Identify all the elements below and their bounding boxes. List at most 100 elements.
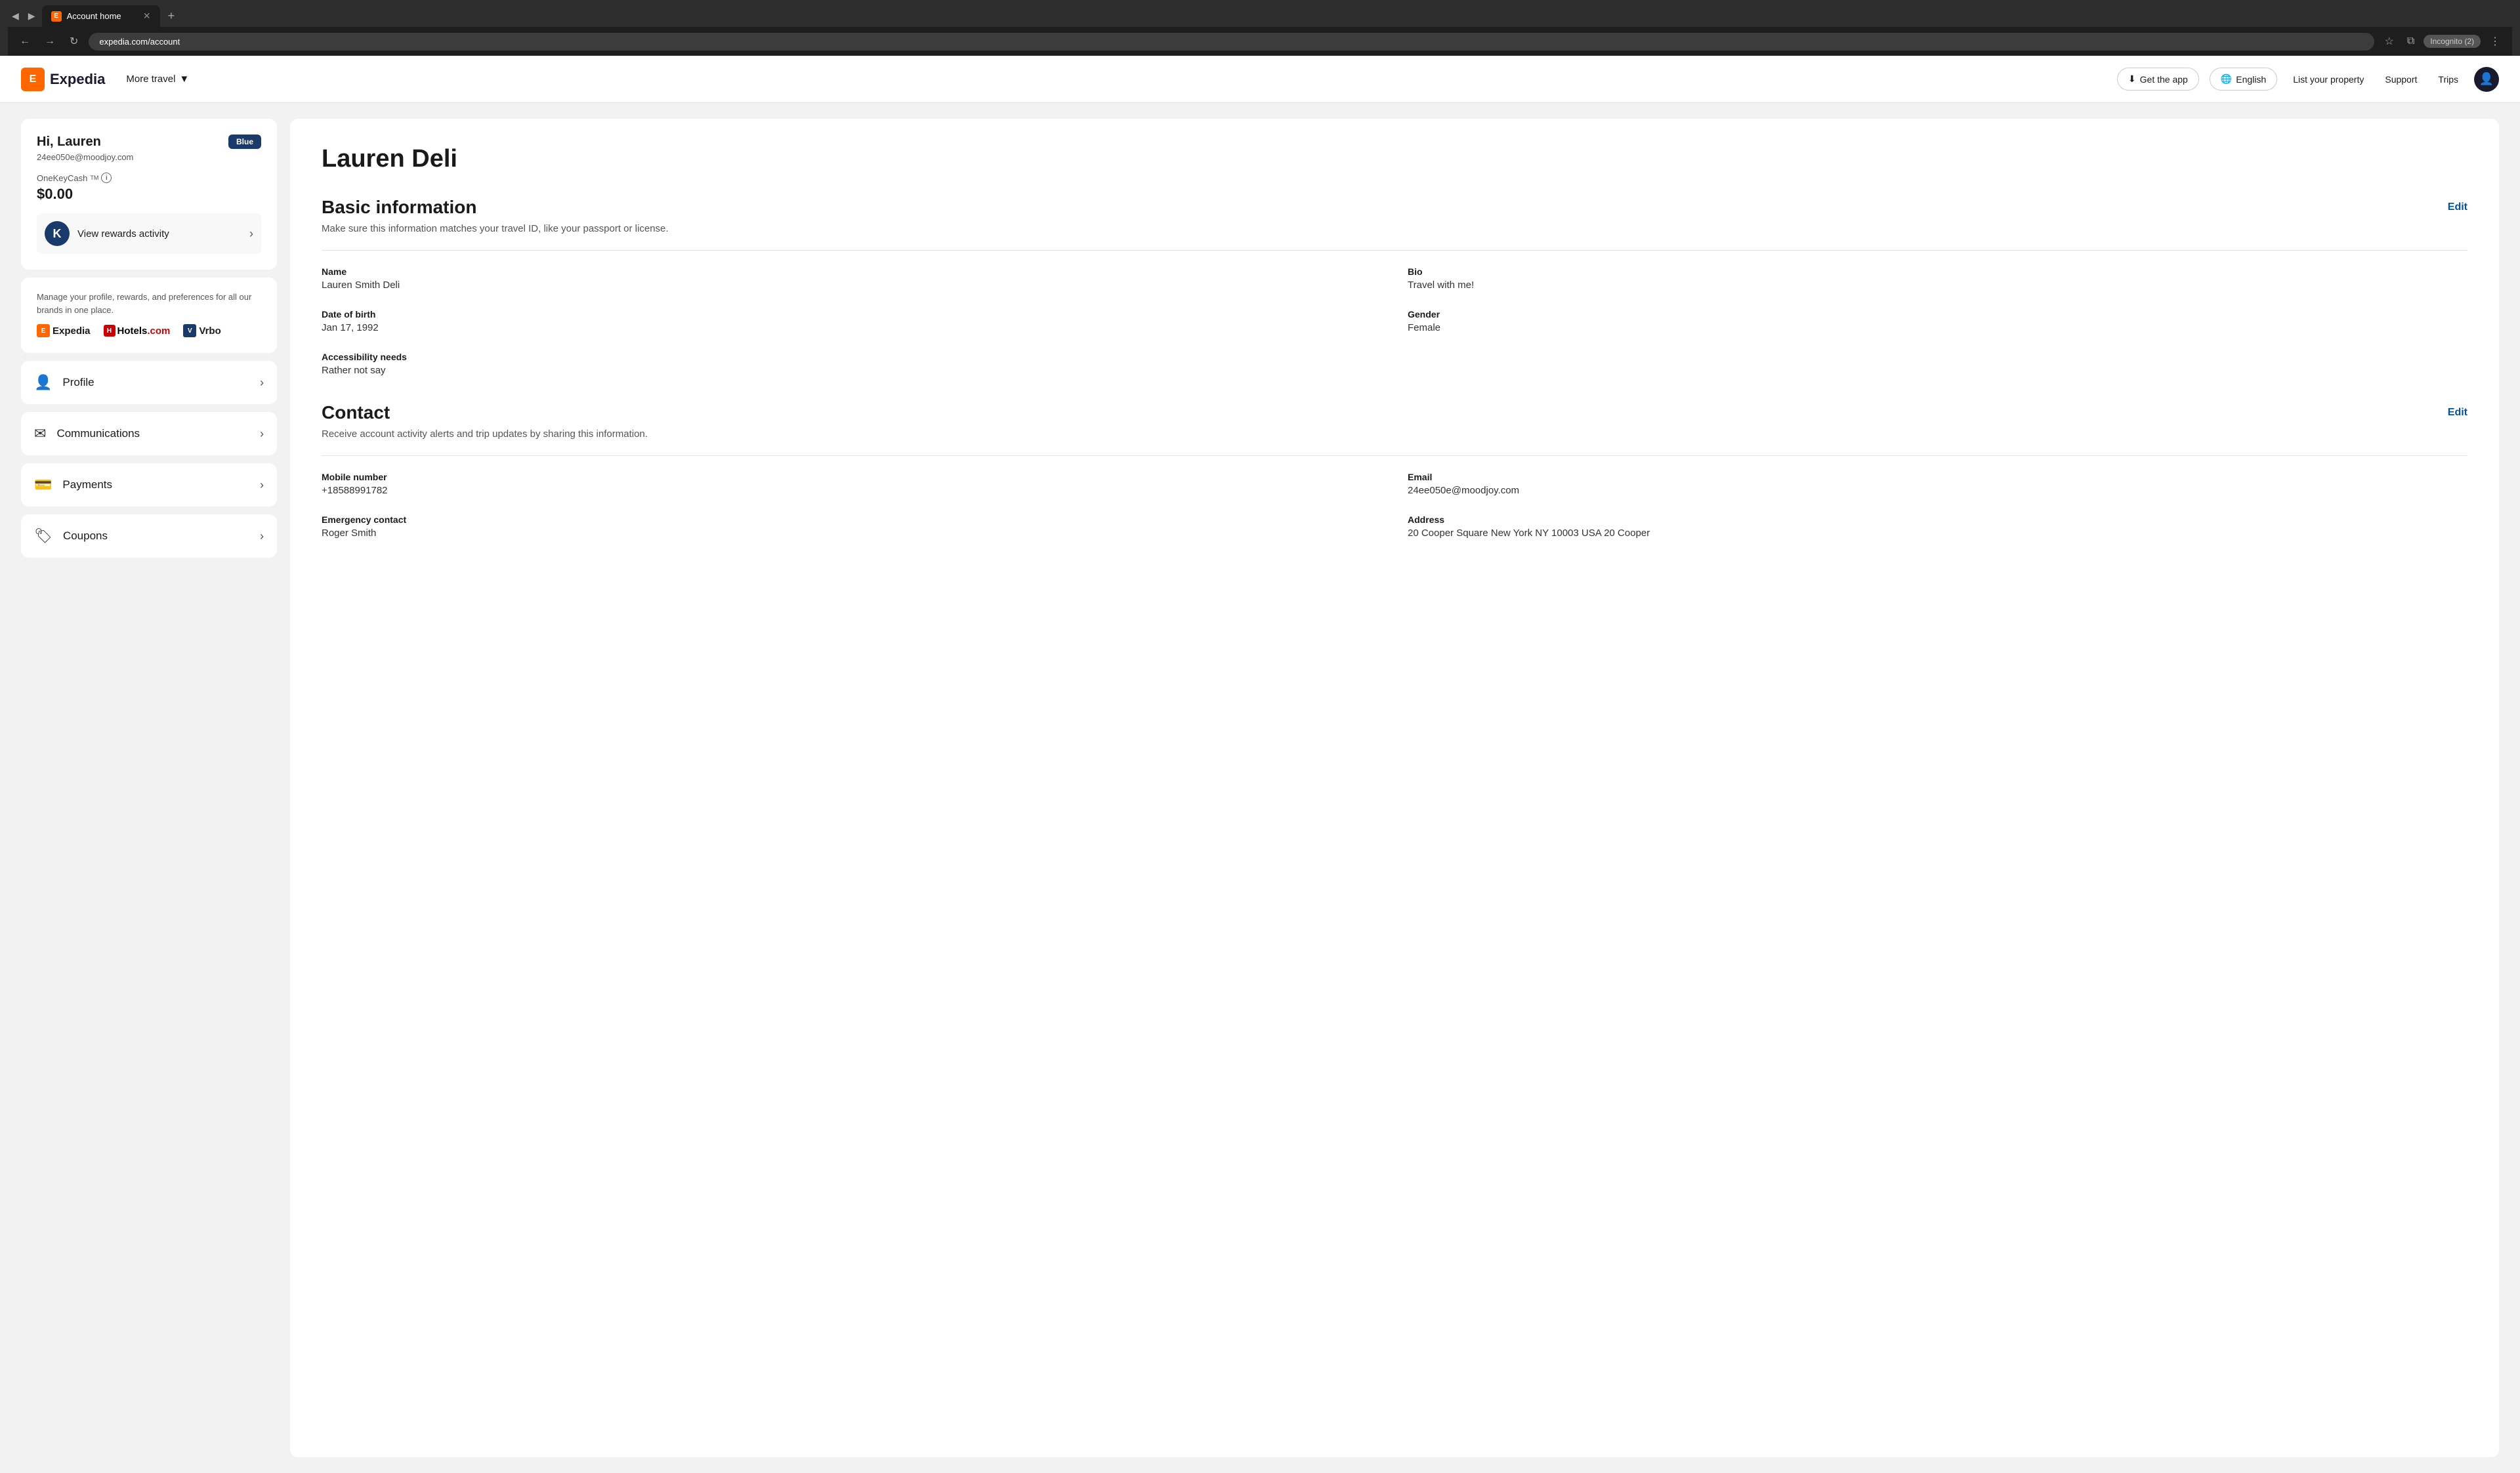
field-address: Address 20 Cooper Square New York NY 100… — [1408, 514, 2468, 539]
payments-chevron-icon: › — [260, 478, 264, 492]
user-greeting-text: Hi, Lauren — [37, 135, 101, 150]
profile-chevron-icon: › — [260, 376, 264, 390]
field-name-label: Name — [322, 266, 1381, 277]
manage-description: Manage your profile, rewards, and prefer… — [37, 288, 261, 319]
tab-close-button[interactable]: ✕ — [143, 10, 151, 22]
onekey-label: OneKeyCash TM i — [37, 173, 261, 183]
expedia-brand-icon: E — [37, 324, 50, 337]
field-email: Email 24ee050e@moodjoy.com — [1408, 472, 2468, 496]
tab-nav-arrows: ◀ ▶ — [8, 8, 39, 24]
field-mobile-value: +18588991782 — [322, 485, 1381, 496]
logo-icon: E — [21, 68, 45, 91]
basic-info-edit-link[interactable]: Edit — [2448, 201, 2468, 213]
menu-button[interactable]: ⋮ — [2486, 32, 2504, 51]
page: E Expedia More travel ▼ ⬇ Get the app 🌐 … — [0, 56, 2520, 1473]
user-card: Hi, Lauren Blue 24ee050e@moodjoy.com One… — [21, 119, 277, 270]
brand-vrbo: V Vrbo — [183, 324, 220, 337]
field-dob: Date of birth Jan 17, 1992 — [322, 309, 1381, 333]
field-accessibility: Accessibility needs Rather not say — [322, 352, 1381, 376]
coupons-nav-icon: 🏷 — [34, 528, 52, 545]
field-gender: Gender Female — [1408, 309, 2468, 333]
payments-nav-item[interactable]: 💳 Payments › — [21, 463, 277, 507]
language-label: English — [2236, 74, 2266, 85]
brand-expedia: E Expedia — [37, 324, 91, 337]
list-property-link[interactable]: List your property — [2288, 69, 2369, 90]
communications-nav-left: ✉ Communications — [34, 425, 140, 442]
tab-prev-arrow[interactable]: ◀ — [8, 8, 23, 24]
logo[interactable]: E Expedia — [21, 68, 105, 91]
field-email-value: 24ee050e@moodjoy.com — [1408, 485, 2468, 496]
payments-nav-label: Payments — [62, 478, 112, 491]
tab-next-arrow[interactable]: ▶ — [24, 8, 39, 24]
get-app-button[interactable]: ⬇ Get the app — [2117, 68, 2199, 91]
tab-favicon: E — [51, 11, 62, 22]
back-button[interactable]: ← — [16, 33, 34, 50]
onekey-text: OneKeyCash — [37, 173, 87, 183]
field-bio: Bio Travel with me! — [1408, 266, 2468, 291]
browser-action-buttons: ☆ ⧉ Incognito (2) ⋮ — [2381, 32, 2504, 51]
field-bio-value: Travel with me! — [1408, 280, 2468, 291]
field-address-label: Address — [1408, 514, 2468, 525]
rewards-activity-row[interactable]: K View rewards activity › — [37, 213, 261, 254]
field-email-label: Email — [1408, 472, 2468, 482]
trips-link[interactable]: Trips — [2433, 69, 2464, 90]
field-name: Name Lauren Smith Deli — [322, 266, 1381, 291]
site-header: E Expedia More travel ▼ ⬇ Get the app 🌐 … — [0, 56, 2520, 103]
reload-button[interactable]: ↻ — [66, 32, 82, 51]
basic-info-title: Basic information — [322, 197, 476, 218]
contact-section: Contact Edit Receive account activity al… — [322, 402, 2468, 539]
vrbo-brand-icon: V — [183, 324, 196, 337]
basic-info-divider — [322, 250, 2468, 251]
tab-bar: ◀ ▶ E Account home ✕ + — [8, 5, 2512, 27]
address-bar: ← → ↻ ☆ ⧉ Incognito (2) ⋮ — [8, 27, 2512, 56]
communications-nav-label: Communications — [56, 427, 140, 440]
profile-nav-left: 👤 Profile — [34, 374, 94, 391]
header-right: ⬇ Get the app 🌐 English List your proper… — [2117, 67, 2499, 92]
main-content: Lauren Deli Basic information Edit Make … — [290, 119, 2499, 1457]
rewards-chevron-icon: › — [249, 227, 253, 241]
download-icon: ⬇ — [2128, 73, 2136, 85]
coupons-chevron-icon: › — [260, 529, 264, 543]
more-travel-label: More travel — [126, 73, 175, 85]
contact-edit-link[interactable]: Edit — [2448, 407, 2468, 419]
contact-desc: Receive account activity alerts and trip… — [322, 428, 2468, 440]
active-tab[interactable]: E Account home ✕ — [42, 5, 160, 27]
profile-nav-label: Profile — [62, 376, 94, 389]
new-tab-button[interactable]: + — [163, 7, 180, 26]
field-dob-label: Date of birth — [322, 309, 1381, 320]
tab-title: Account home — [67, 11, 121, 21]
communications-nav-icon: ✉ — [34, 425, 46, 442]
basic-info-grid: Name Lauren Smith Deli Bio Travel with m… — [322, 266, 2468, 376]
basic-info-desc: Make sure this information matches your … — [322, 223, 2468, 234]
user-email: 24ee050e@moodjoy.com — [37, 152, 261, 162]
profile-nav-item[interactable]: 👤 Profile › — [21, 361, 277, 404]
communications-nav-item[interactable]: ✉ Communications › — [21, 412, 277, 455]
url-input[interactable] — [89, 33, 2374, 51]
payments-nav-icon: 💳 — [34, 476, 52, 493]
language-button[interactable]: 🌐 English — [2210, 68, 2277, 91]
coupons-nav-label: Coupons — [63, 529, 108, 543]
field-emergency-value: Roger Smith — [322, 528, 1381, 539]
rewards-label: View rewards activity — [77, 228, 169, 239]
more-travel-nav[interactable]: More travel ▼ — [118, 68, 197, 90]
forward-button[interactable]: → — [41, 33, 59, 50]
field-gender-value: Female — [1408, 322, 2468, 333]
field-accessibility-value: Rather not say — [322, 365, 1381, 376]
main-layout: Hi, Lauren Blue 24ee050e@moodjoy.com One… — [0, 103, 2520, 1473]
incognito-badge[interactable]: Incognito (2) — [2424, 35, 2481, 48]
field-mobile-label: Mobile number — [322, 472, 1381, 482]
contact-info-grid: Mobile number +18588991782 Email 24ee050… — [322, 472, 2468, 539]
split-view-button[interactable]: ⧉ — [2403, 33, 2418, 50]
hotels-text: Hotels.com — [117, 325, 171, 337]
onekey-info-icon[interactable]: i — [101, 173, 112, 183]
basic-info-header: Basic information Edit — [322, 197, 2468, 218]
field-accessibility-label: Accessibility needs — [322, 352, 1381, 362]
coupons-nav-item[interactable]: 🏷 Coupons › — [21, 514, 277, 558]
get-app-label: Get the app — [2140, 74, 2188, 85]
bookmark-button[interactable]: ☆ — [2381, 32, 2398, 51]
hotels-brand-icon: H — [104, 325, 116, 337]
logo-text: Expedia — [50, 71, 105, 88]
support-link[interactable]: Support — [2380, 69, 2422, 90]
user-avatar[interactable]: 👤 — [2474, 67, 2499, 92]
brand-hotels: H Hotels.com — [104, 325, 171, 337]
